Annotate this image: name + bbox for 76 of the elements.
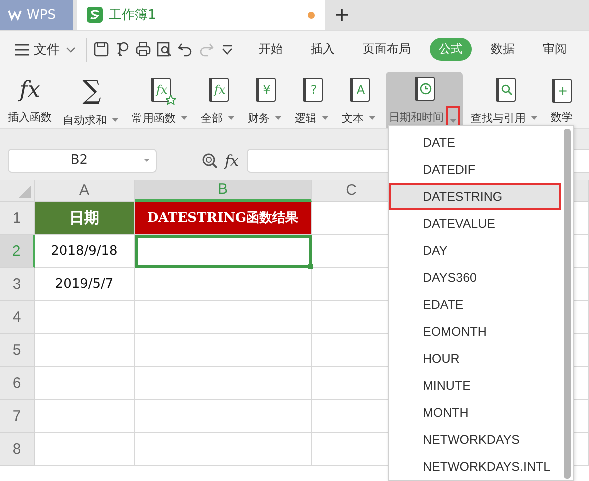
magnifier-icon — [500, 84, 512, 96]
ribbon-button[interactable]: fx 常用函数 — [129, 72, 193, 128]
print-icon[interactable] — [135, 41, 152, 58]
menu-item[interactable]: DATESTRING — [389, 183, 561, 210]
ribbon-button[interactable]: 查找与引用 — [468, 72, 543, 128]
ribbon-tab[interactable]: 审阅 — [534, 38, 576, 61]
menu-item[interactable]: DATEDIF — [389, 156, 561, 183]
column-header[interactable]: A — [35, 180, 135, 202]
caret-icon — [530, 116, 538, 120]
table-cell: 2019/5/7 — [35, 268, 135, 301]
book-icon: ¥ — [256, 78, 276, 102]
ribbon-button[interactable]: fx 全部 — [198, 72, 240, 128]
book-icon: + — [552, 79, 572, 103]
insert-function-button[interactable]: fx — [225, 152, 240, 170]
caret-icon — [274, 116, 282, 120]
caret-icon — [322, 116, 328, 120]
row-header[interactable]: 7 — [0, 400, 35, 433]
function-glyph-icon: ∑ — [82, 76, 102, 106]
menu-item[interactable]: DATE — [389, 129, 561, 156]
book-icon: fx — [209, 78, 229, 102]
caret-icon — [180, 116, 188, 120]
star-icon — [166, 95, 176, 105]
caret-icon — [228, 116, 234, 120]
ribbon-tab[interactable]: 页面布局 — [354, 38, 420, 61]
scrollbar-thumb[interactable] — [564, 129, 571, 479]
row-header[interactable]: 1 — [0, 202, 35, 235]
menu-item[interactable]: DAYS360 — [389, 264, 561, 291]
document-title: 工作簿1 — [109, 7, 158, 24]
spreadsheet-icon — [87, 7, 103, 23]
menu-item[interactable]: HOUR — [389, 345, 561, 372]
ribbon-tab[interactable]: 开始 — [250, 38, 292, 61]
table-cell: DATESTRING函数结果 — [135, 202, 312, 235]
menu-item[interactable]: NETWORKDAYS — [389, 426, 561, 453]
w-logo-icon — [8, 8, 22, 22]
ribbon-button[interactable]: 日期和时间 — [386, 72, 463, 128]
row-header[interactable]: 3 — [0, 268, 35, 301]
table-cell: 日期 — [35, 202, 135, 235]
clock-icon — [420, 83, 432, 95]
print-preview-icon[interactable] — [156, 41, 173, 58]
chevron-down-icon — [66, 44, 76, 54]
ribbon-tab[interactable]: 数据 — [482, 38, 524, 61]
caret-icon — [112, 118, 118, 122]
ribbon-button[interactable]: A 文本 — [339, 72, 381, 128]
zoom-icon[interactable] — [202, 152, 218, 168]
menu-item[interactable]: EOMONTH — [389, 318, 561, 345]
ribbon-tab[interactable]: 插入 — [302, 38, 344, 61]
caret-icon — [144, 159, 150, 162]
caret-icon — [368, 116, 376, 120]
menu-item[interactable]: MONTH — [389, 399, 561, 426]
book-icon: ? — [303, 78, 323, 102]
row-header[interactable]: 4 — [0, 301, 35, 334]
undo-icon[interactable] — [177, 41, 194, 58]
table-cell: 2018/9/18 — [35, 235, 135, 268]
menu-item[interactable]: DAY — [389, 237, 561, 264]
name-box[interactable]: B2 — [8, 148, 157, 172]
menu-icon[interactable] — [14, 42, 30, 58]
ribbon-button[interactable]: ? 逻辑 — [292, 72, 334, 128]
ribbon-button[interactable]: fx 插入函数 — [5, 72, 55, 128]
ribbon-button[interactable]: + 数学 — [548, 72, 576, 128]
row-header[interactable]: 6 — [0, 367, 35, 400]
menu-item[interactable]: MINUTE — [389, 372, 561, 399]
caret-icon — [450, 119, 456, 123]
file-menu[interactable]: 文件 — [30, 40, 80, 58]
plus-icon[interactable] — [335, 8, 349, 22]
menu-item[interactable]: EDATE — [389, 291, 561, 318]
triangle-icon — [19, 186, 31, 198]
menu-item[interactable]: DATEVALUE — [389, 210, 561, 237]
row-header[interactable]: 5 — [0, 334, 35, 367]
menu-item[interactable]: NETWORKDAYS.INTL — [389, 453, 561, 480]
row-header[interactable]: 8 — [0, 433, 35, 466]
book-icon: A — [350, 78, 370, 102]
function-glyph-icon: fx — [20, 76, 40, 106]
ribbon-button[interactable]: ¥ 财务 — [245, 72, 287, 128]
ribbon-button[interactable]: ∑ 自动求和 — [60, 72, 124, 128]
save-icon[interactable] — [93, 41, 110, 58]
document-tab[interactable]: 工作簿1 — [77, 0, 325, 30]
